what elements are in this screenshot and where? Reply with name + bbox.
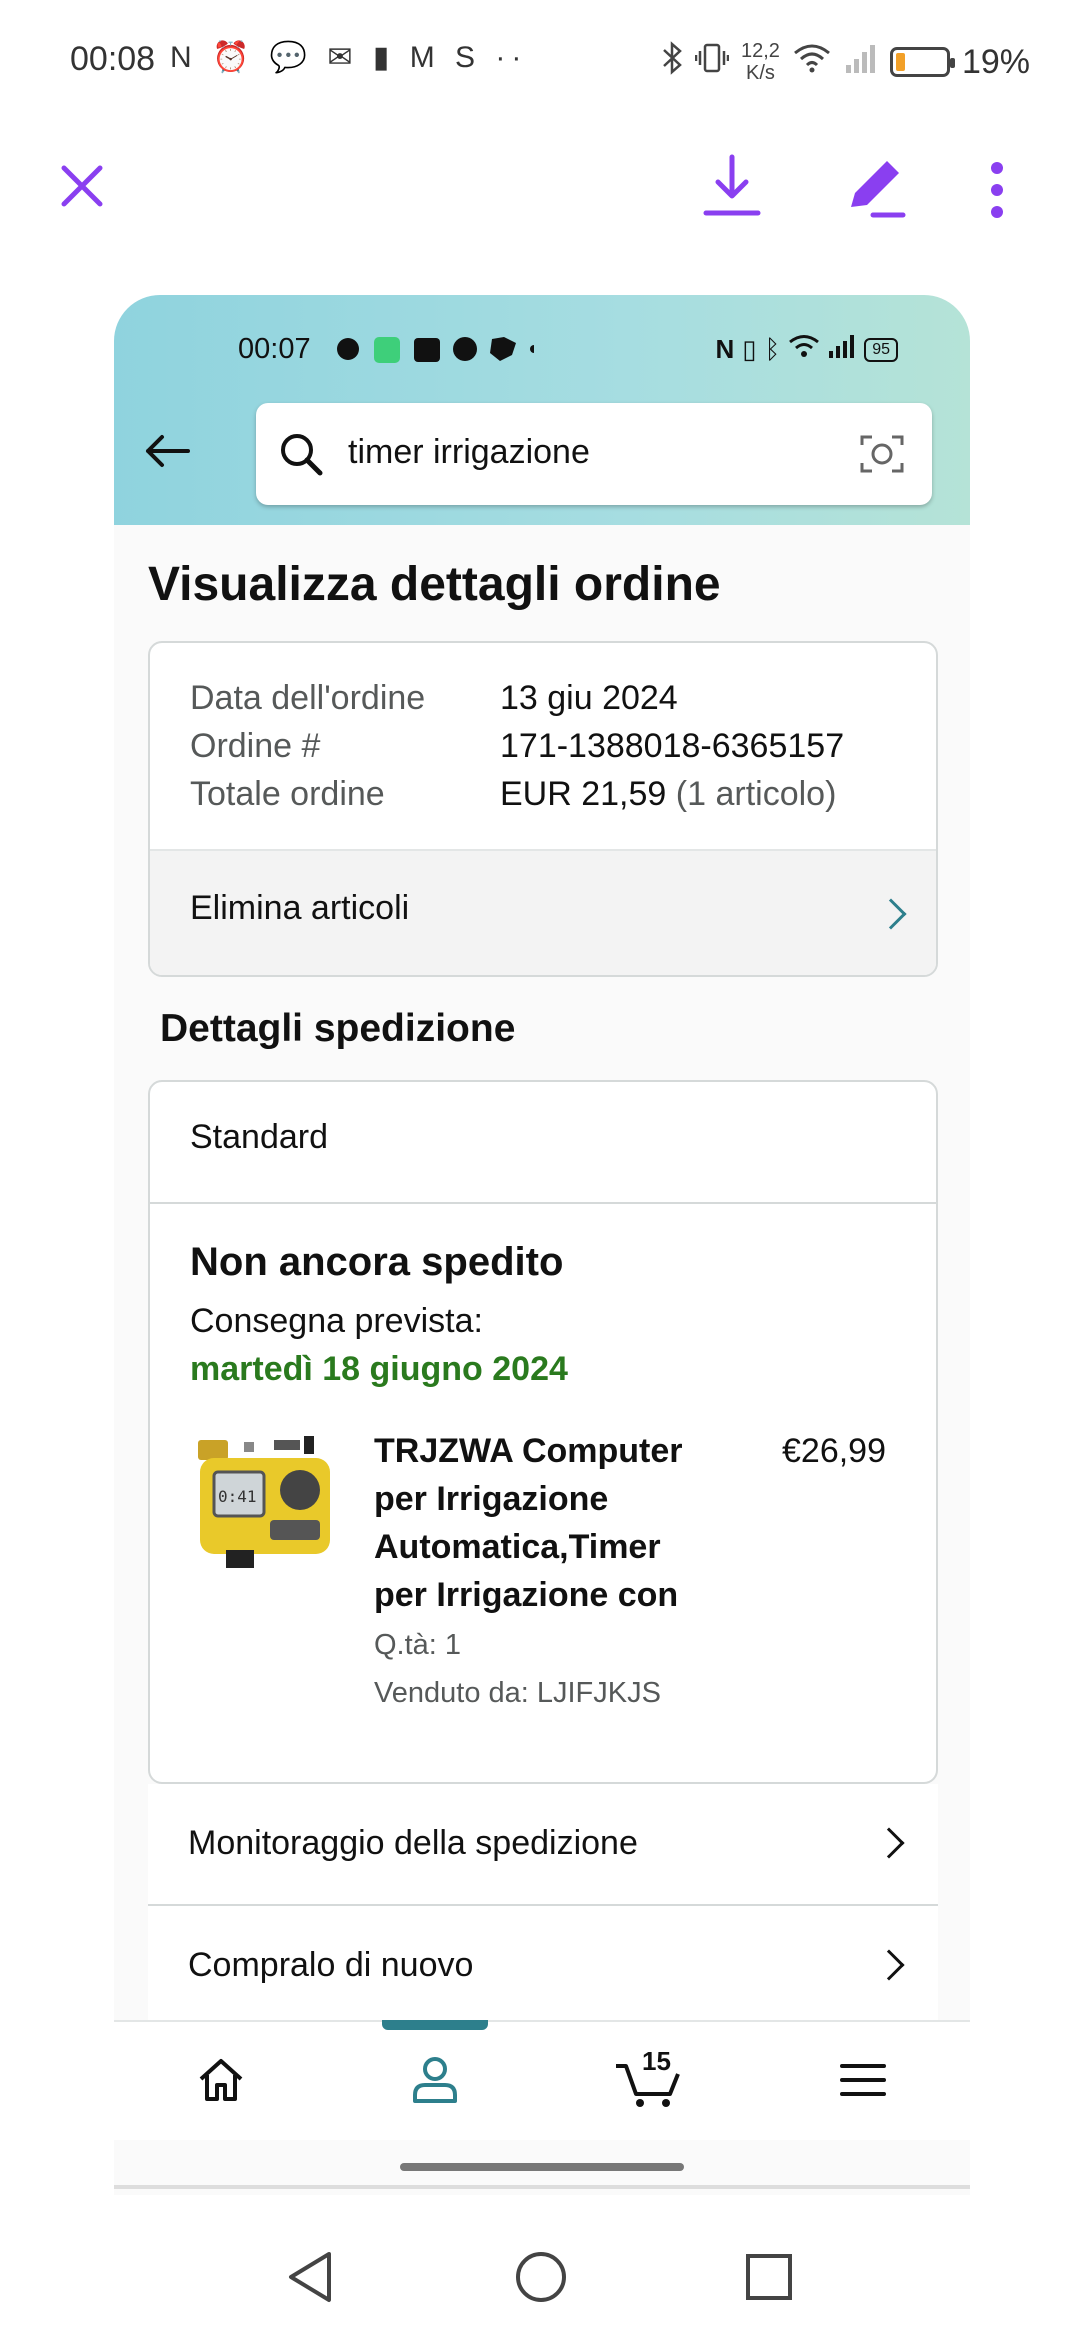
order-summary-card: Data dell'ordine 13 giu 2024 Ordine # 17… (148, 641, 938, 977)
order-total-label: Totale ordine (190, 775, 385, 813)
track-shipment-label: Monitoraggio della spedizione (188, 1824, 638, 1862)
system-recents-icon[interactable] (744, 2252, 794, 2307)
home-icon (197, 2057, 245, 2108)
inner-status-time: 00:07 (238, 333, 311, 365)
close-icon[interactable] (56, 160, 108, 212)
status-bar: 00:08 N ⏰ 💬 ✉ ▮ M S ·· 12,2 K/s 19% (0, 0, 1080, 120)
buy-again-label: Compralo di nuovo (188, 1946, 474, 1984)
vibrate-icon: ▯ (742, 334, 757, 364)
delete-items-row[interactable]: Elimina articoli (150, 849, 936, 975)
search-icon (278, 431, 324, 482)
signal-icon (844, 41, 878, 84)
chevron-right-icon (873, 1949, 905, 1981)
edit-icon[interactable] (842, 150, 910, 222)
cart-count: 15 (642, 2045, 671, 2076)
nav-home[interactable] (114, 2022, 328, 2142)
vibrate-icon (694, 41, 730, 84)
status-right-cluster: 12,2 K/s 19% (661, 40, 1030, 84)
nav-menu[interactable] (756, 2022, 970, 2142)
camera-search-icon[interactable] (858, 431, 906, 482)
nav-account[interactable] (328, 2022, 542, 2142)
product-qty: Q.tà: 1 (374, 1629, 462, 1661)
status-time: 00:08 (70, 40, 156, 78)
hamburger-menu-icon (840, 2062, 886, 2103)
wifi-icon (788, 333, 820, 366)
wifi-icon (792, 41, 832, 84)
shipping-section-title: Dettagli spedizione (160, 1007, 516, 1050)
bluetooth-icon (661, 40, 683, 84)
product-display-text: 0:41 (218, 1487, 257, 1506)
app-header: 00:07 N ▯ ᛒ 95 timer irrigazione (114, 295, 970, 525)
product-title[interactable]: TRJZWA Computer per Irrigazione Automati… (374, 1427, 683, 1619)
buy-again-row[interactable]: Compralo di nuovo (148, 1906, 938, 2028)
inner-battery: 95 (864, 337, 898, 362)
back-arrow-icon[interactable] (142, 431, 192, 476)
shipping-card: Standard Non ancora spedito Consegna pre… (148, 1080, 938, 1784)
product-image[interactable]: 0:41 (196, 1432, 336, 1572)
system-home-icon[interactable] (514, 2250, 568, 2309)
cart-icon: 15 (614, 2046, 684, 2113)
nfc-icon: N (715, 334, 735, 364)
battery-icon (889, 47, 955, 77)
order-number-label: Ordine # (190, 727, 321, 765)
order-total-value: EUR 21,59 (500, 775, 667, 813)
product-seller: Venduto da: LJIFJKJS (374, 1677, 661, 1709)
inner-notification-icons (334, 333, 538, 372)
notification-icons: N ⏰ 💬 ✉ ▮ M S ·· (170, 41, 528, 74)
battery-percent: 19% (961, 42, 1030, 81)
system-back-icon[interactable] (285, 2250, 335, 2309)
track-shipment-row[interactable]: Monitoraggio della spedizione (148, 1784, 938, 1906)
order-number-value: 171-1388018-6365157 (500, 727, 845, 765)
bottom-navigation: 15 (114, 2020, 970, 2140)
delivery-date: martedì 18 giugno 2024 (190, 1350, 568, 1388)
home-indicator (400, 2163, 684, 2171)
chevron-right-icon (873, 1827, 905, 1859)
search-bar[interactable]: timer irrigazione (256, 403, 932, 505)
order-total-items: (1 articolo) (675, 775, 837, 813)
divider (150, 1202, 936, 1204)
net-speed: 12,2 K/s (741, 40, 780, 84)
product-price: €26,99 (782, 1432, 886, 1470)
shipping-status: Non ancora spedito (190, 1240, 564, 1284)
screenshot-preview: 00:07 N ▯ ᛒ 95 timer irrigazione Visuali… (114, 295, 970, 2195)
order-date-label: Data dell'ordine (190, 679, 426, 717)
signal-icon (828, 333, 856, 366)
user-icon (410, 2055, 460, 2110)
shipping-method: Standard (190, 1118, 328, 1156)
delete-items-label: Elimina articoli (190, 889, 410, 927)
page-title: Visualizza dettagli ordine (148, 558, 721, 611)
bluetooth-icon: ᛒ (764, 334, 781, 364)
battery-fill (895, 53, 905, 71)
nav-cart[interactable]: 15 (542, 2022, 756, 2142)
delivery-label: Consegna prevista: (190, 1302, 483, 1340)
card-bottom-edge (114, 2185, 970, 2189)
download-icon[interactable] (700, 150, 764, 222)
chevron-right-icon (875, 898, 907, 930)
order-total: EUR 21,59 (1 articolo) (500, 775, 836, 814)
search-query: timer irrigazione (348, 433, 590, 471)
inner-status-right: N ▯ ᛒ 95 (715, 333, 898, 366)
order-date-value: 13 giu 2024 (500, 679, 678, 717)
more-vertical-icon[interactable] (980, 155, 1014, 225)
